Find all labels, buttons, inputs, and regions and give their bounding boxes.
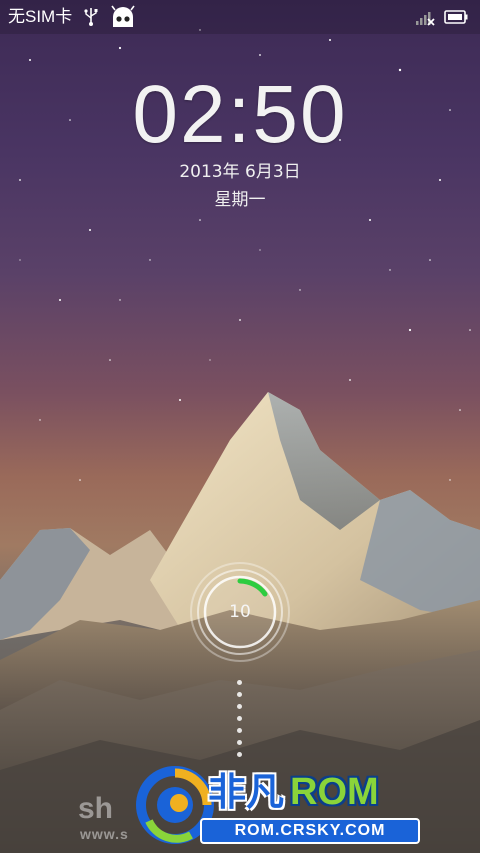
swipe-up-indicator — [234, 680, 246, 760]
usb-icon — [84, 8, 98, 26]
lock-screen: 无SIM卡 02:50 2013年 6月3日 星期一 10 sh www.s 非… — [0, 0, 480, 853]
no-signal-icon — [416, 12, 435, 26]
lock-clock: 02:50 — [132, 69, 348, 160]
watermark-url-text: www.s — [80, 826, 129, 842]
brand-name-rom: ROM — [290, 771, 379, 813]
brand-url: ROM.CRSKY.COM — [200, 818, 420, 844]
brand-name-chinese: 非凡 — [208, 770, 285, 814]
cyanogenmod-android-icon — [111, 5, 135, 27]
unlock-counter: 10 — [229, 602, 251, 622]
battery-icon — [444, 10, 468, 24]
lock-date: 2013年 6月3日 — [179, 162, 301, 182]
lock-weekday: 星期一 — [214, 190, 266, 210]
status-bar: 无SIM卡 — [0, 0, 480, 34]
carrier-label: 无SIM卡 — [8, 7, 73, 26]
